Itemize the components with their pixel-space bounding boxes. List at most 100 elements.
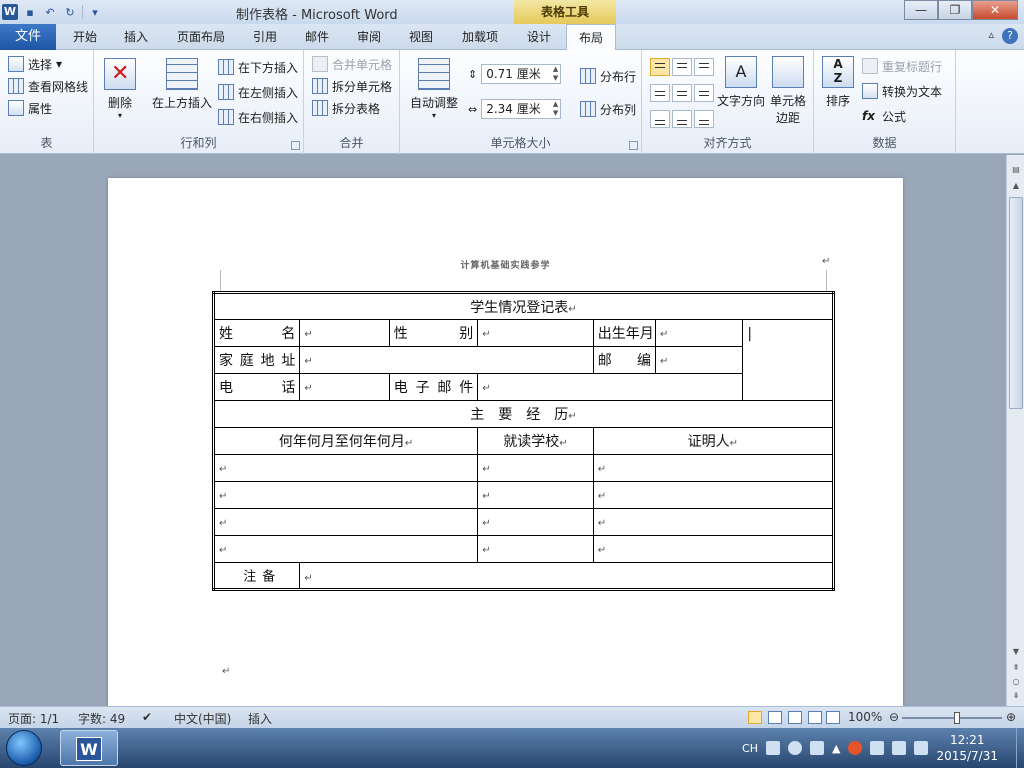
period-cell[interactable]: ↵ bbox=[212, 508, 479, 536]
gender-value-cell[interactable]: ↵ bbox=[477, 319, 594, 347]
word-count[interactable]: 字数: 49 bbox=[78, 710, 125, 727]
save-icon[interactable]: ▪ bbox=[22, 4, 38, 20]
align-middle-center-icon[interactable] bbox=[672, 84, 692, 102]
previous-page-icon[interactable]: ⇞ bbox=[1009, 661, 1023, 675]
next-page-icon[interactable]: ⇟ bbox=[1009, 689, 1023, 703]
school-cell[interactable]: ↵ bbox=[477, 454, 594, 482]
period-cell[interactable]: ↵ bbox=[212, 481, 479, 509]
volume-icon[interactable] bbox=[914, 741, 929, 755]
tab-design[interactable]: 设计 bbox=[514, 24, 564, 50]
tab-addins[interactable]: 加载项 bbox=[452, 24, 508, 50]
input-language-indicator[interactable]: CH bbox=[742, 742, 758, 755]
email-value-cell[interactable]: ↵ bbox=[477, 373, 744, 401]
split-table-button[interactable]: 拆分表格 bbox=[312, 98, 380, 118]
ime-help-icon[interactable] bbox=[788, 741, 802, 755]
page-count[interactable]: 页面: 1/1 bbox=[8, 710, 59, 727]
school-cell[interactable]: ↵ bbox=[477, 508, 594, 536]
column-width-input[interactable]: 2.34 厘米 ▲ ▼ bbox=[481, 99, 562, 119]
period-cell[interactable]: ↵ bbox=[212, 535, 479, 563]
word-app-icon[interactable]: W bbox=[2, 4, 18, 20]
rows-columns-launcher-icon[interactable] bbox=[291, 141, 300, 150]
column-width-spinner[interactable]: ⇔ 2.34 厘米 ▲ ▼ bbox=[468, 99, 562, 119]
scroll-down-icon[interactable]: ▼ bbox=[1009, 645, 1023, 659]
table-title-cell[interactable]: 学生情况登记表↵ bbox=[213, 292, 834, 320]
zoom-in-icon[interactable]: ⊕ bbox=[1006, 710, 1016, 724]
select-button[interactable]: 选择 ▾ bbox=[8, 54, 62, 74]
system-clock[interactable]: 12:21 2015/7/31 bbox=[936, 732, 998, 764]
show-desktop-button[interactable] bbox=[1016, 728, 1024, 768]
insert-above-button[interactable]: 在上方插入 bbox=[150, 58, 214, 111]
row-height-spinner[interactable]: ⇕ 0.71 厘米 ▲ ▼ bbox=[468, 64, 562, 84]
remark-value-cell[interactable]: ↵ bbox=[299, 562, 834, 590]
maximize-button[interactable]: ❐ bbox=[938, 0, 972, 20]
tab-file[interactable]: 文件 bbox=[0, 24, 56, 50]
security-icon[interactable] bbox=[848, 741, 863, 755]
print-layout-view-icon[interactable] bbox=[748, 711, 762, 724]
scroll-up-icon[interactable]: ▲ bbox=[1009, 179, 1023, 193]
close-button[interactable]: ✕ bbox=[972, 0, 1018, 20]
student-registration-table[interactable]: 学生情况登记表↵ 姓名 ↵ 性别 ↵ 出生年月 ↵ | 家庭地址 ↵ 邮编 ↵ … bbox=[212, 291, 835, 591]
browse-object-icon[interactable]: ○ bbox=[1009, 675, 1023, 689]
insert-below-button[interactable]: 在下方插入 bbox=[218, 57, 298, 77]
email-label-cell[interactable]: 电子邮件 bbox=[388, 373, 479, 401]
tray-options-icon[interactable] bbox=[810, 741, 824, 755]
taskbar-word-button[interactable]: W bbox=[60, 730, 118, 766]
align-bottom-center-icon[interactable] bbox=[672, 110, 692, 128]
network-signal-icon[interactable] bbox=[892, 741, 907, 755]
tab-references[interactable]: 引用 bbox=[242, 24, 288, 50]
zoom-slider-knob[interactable] bbox=[954, 712, 960, 724]
align-top-left-icon[interactable] bbox=[650, 58, 670, 76]
text-direction-button[interactable]: A 文字方向 bbox=[716, 56, 766, 109]
insert-mode-indicator[interactable]: 插入 bbox=[248, 710, 272, 727]
document-page[interactable]: 计算机基础实践参学 ↵ 学生情况登记表↵ 姓名 ↵ 性别 ↵ 出生年月 ↵ | … bbox=[108, 178, 903, 706]
tab-insert[interactable]: 插入 bbox=[112, 24, 160, 50]
properties-button[interactable]: 属性 bbox=[8, 98, 52, 118]
tab-layout[interactable]: 布局 bbox=[566, 24, 616, 51]
align-middle-right-icon[interactable] bbox=[694, 84, 714, 102]
outline-view-icon[interactable] bbox=[808, 711, 822, 724]
period-header-cell[interactable]: 何年何月至何年何月↵ bbox=[212, 427, 479, 455]
web-layout-icon[interactable] bbox=[788, 711, 802, 724]
align-middle-left-icon[interactable] bbox=[650, 84, 670, 102]
draft-view-icon[interactable] bbox=[826, 711, 840, 724]
school-cell[interactable]: ↵ bbox=[477, 535, 594, 563]
full-screen-reading-icon[interactable] bbox=[768, 711, 782, 724]
ruler-toggle-icon[interactable]: ▤ bbox=[1009, 163, 1023, 177]
repeat-header-rows-button[interactable]: 重复标题行 bbox=[862, 56, 942, 76]
witness-cell[interactable]: ↵ bbox=[592, 508, 835, 536]
ribbon-minimize-icon[interactable]: ▵ bbox=[988, 28, 994, 44]
insert-left-button[interactable]: 在左侧插入 bbox=[218, 82, 298, 102]
insert-right-button[interactable]: 在右侧插入 bbox=[218, 107, 298, 127]
tab-home[interactable]: 开始 bbox=[62, 24, 108, 50]
postcode-value-cell[interactable]: ↵ bbox=[654, 346, 744, 374]
convert-to-text-button[interactable]: 转换为文本 bbox=[862, 81, 942, 101]
distribute-rows-button[interactable]: 分布行 bbox=[580, 66, 636, 86]
align-top-center-icon[interactable] bbox=[672, 58, 692, 76]
action-center-flag-icon[interactable] bbox=[870, 741, 885, 755]
tab-mailings[interactable]: 邮件 bbox=[294, 24, 340, 50]
name-label-cell[interactable]: 姓名 bbox=[212, 319, 301, 347]
undo-icon[interactable]: ↶ bbox=[42, 4, 58, 20]
sort-button[interactable]: AZ 排序 bbox=[822, 56, 854, 109]
align-bottom-left-icon[interactable] bbox=[650, 110, 670, 128]
photo-cell[interactable]: | bbox=[742, 319, 834, 401]
tab-view[interactable]: 视图 bbox=[398, 24, 444, 50]
tab-review[interactable]: 审阅 bbox=[346, 24, 392, 50]
autofit-button[interactable]: 自动调整 ▾ bbox=[406, 58, 462, 120]
language-indicator[interactable]: 中文(中国) bbox=[174, 710, 231, 727]
zoom-out-icon[interactable]: ⊖ bbox=[889, 710, 899, 724]
vertical-scrollbar[interactable]: ▤ ▲ ▼ ⇞ ○ ⇟ bbox=[1006, 155, 1024, 706]
help-icon[interactable]: ? bbox=[1002, 28, 1018, 44]
zoom-level[interactable]: 100% bbox=[848, 710, 882, 724]
remark-label-cell[interactable]: 备注 bbox=[212, 562, 301, 590]
align-top-right-icon[interactable] bbox=[694, 58, 714, 76]
school-header-cell[interactable]: 就读学校↵ bbox=[477, 427, 594, 455]
show-hidden-icons-icon[interactable]: ▲ bbox=[832, 742, 840, 755]
tab-page-layout[interactable]: 页面布局 bbox=[168, 24, 234, 50]
merge-cells-button[interactable]: 合并单元格 bbox=[312, 54, 392, 74]
cell-margins-button[interactable]: 单元格 边距 bbox=[768, 56, 808, 126]
phone-value-cell[interactable]: ↵ bbox=[299, 373, 390, 401]
school-cell[interactable]: ↵ bbox=[477, 481, 594, 509]
view-gridlines-button[interactable]: 查看网格线 bbox=[8, 76, 88, 96]
split-cells-button[interactable]: 拆分单元格 bbox=[312, 76, 392, 96]
